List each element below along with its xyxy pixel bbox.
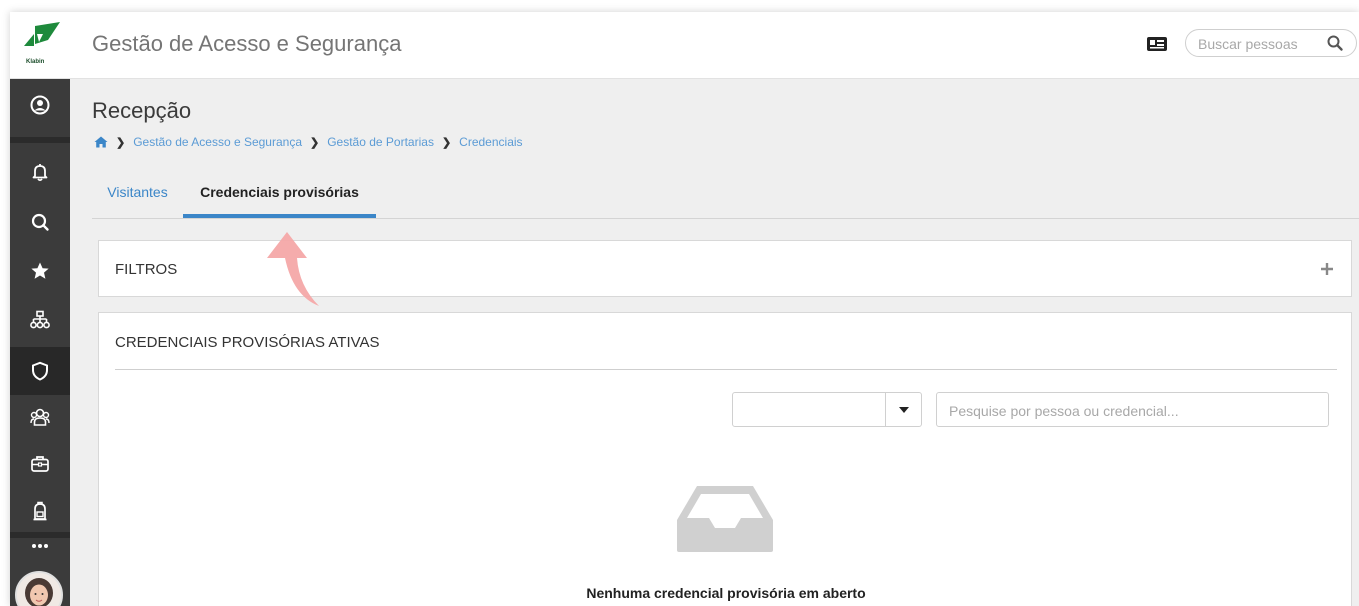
users-icon (30, 408, 50, 426)
chevron-right-icon: ❯ (310, 136, 320, 149)
inbox-icon (677, 486, 773, 552)
search-icon[interactable] (1326, 34, 1344, 52)
id-card-icon[interactable] (1147, 36, 1167, 52)
sidebar-item-jobs[interactable] (10, 442, 70, 486)
search-people-box[interactable] (1185, 29, 1357, 57)
star-icon (31, 262, 49, 279)
app-window: Klabin Gestão de Acesso e Segurança Busc… (10, 12, 1359, 606)
pointer-arrow-icon (267, 232, 319, 306)
sidebar-item-security[interactable] (10, 347, 70, 395)
sitemap-icon (30, 310, 50, 329)
page-title: Recepção (92, 98, 192, 123)
search-people-input[interactable] (1196, 34, 1320, 54)
breadcrumb-item[interactable]: Credenciais (459, 135, 522, 149)
plus-icon[interactable] (1319, 261, 1335, 277)
tab-visitantes[interactable]: Visitantes (92, 172, 183, 218)
klabin-logo[interactable]: Klabin (10, 12, 70, 78)
sidebar-item-favorites[interactable] (10, 249, 70, 293)
search-icon (31, 213, 49, 231)
logo-text: Klabin (26, 59, 45, 65)
credential-search-input[interactable] (947, 401, 1321, 421)
sidebar-item-more[interactable] (10, 524, 70, 568)
sidebar-item-notifications[interactable] (10, 150, 70, 194)
sidebar-item-profile[interactable] (10, 83, 70, 127)
sidebar-item-people[interactable] (10, 395, 70, 439)
home-icon[interactable] (94, 136, 108, 148)
active-credentials-panel: CREDENCIAIS PROVISÓRIAS ATIVAS Nenhuma c… (98, 312, 1352, 606)
breadcrumb-item[interactable]: Gestão de Acesso e Segurança (133, 135, 302, 149)
user-circle-icon (30, 95, 50, 115)
caret-down-icon (898, 406, 909, 413)
logo-mark-icon (24, 22, 60, 46)
active-credentials-title: CREDENCIAIS PROVISÓRIAS ATIVAS (115, 334, 380, 351)
more-icon (32, 544, 48, 548)
sidebar-divider (10, 137, 70, 143)
select-toggle[interactable] (885, 393, 921, 426)
sidebar (10, 79, 70, 606)
shield-icon (32, 361, 48, 381)
status-select[interactable] (732, 392, 922, 427)
empty-state-message: Nenhuma credencial provisória em aberto (586, 585, 866, 601)
top-bar: Klabin Gestão de Acesso e Segurança (10, 12, 1359, 79)
sidebar-item-search[interactable] (10, 200, 70, 244)
briefcase-icon (31, 456, 49, 472)
chevron-right-icon: ❯ (116, 136, 126, 149)
credential-search-box[interactable] (936, 392, 1329, 427)
sidebar-item-organization[interactable] (10, 298, 70, 342)
breadcrumb-item[interactable]: Gestão de Portarias (327, 135, 434, 149)
divider (115, 369, 1337, 370)
backpack-icon (33, 501, 47, 521)
app-title: Gestão de Acesso e Segurança (92, 31, 402, 56)
chevron-right-icon: ❯ (441, 136, 452, 149)
breadcrumb: ❯ Gestão de Acesso e Segurança ❯ Gestão … (94, 134, 523, 150)
tab-bar: Visitantes Credenciais provisórias (92, 172, 1359, 219)
bell-icon (32, 164, 48, 182)
filters-title: FILTROS (115, 261, 178, 278)
user-avatar[interactable] (15, 571, 63, 606)
tab-credenciais-provisorias[interactable]: Credenciais provisórias (183, 172, 376, 218)
avatar-photo-icon (17, 573, 61, 606)
